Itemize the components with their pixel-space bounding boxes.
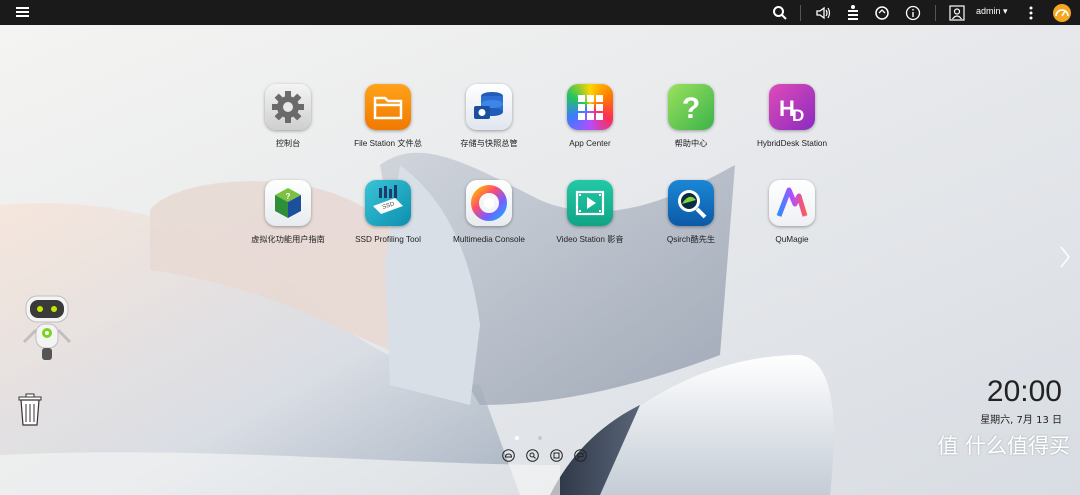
app-video-station[interactable]: Video Station 影音	[535, 180, 645, 245]
hamburger-menu-icon[interactable]	[16, 5, 29, 20]
app-label: Qsirch酷先生	[666, 235, 716, 244]
app-label: QuMagie	[775, 235, 809, 244]
app-help-center[interactable]: ? 帮助中心	[636, 84, 746, 149]
dock-book-icon[interactable]	[550, 447, 563, 462]
info-icon[interactable]	[904, 4, 922, 22]
app-label: App Center	[569, 139, 611, 148]
app-label: 帮助中心	[674, 139, 708, 148]
app-grid-icon	[567, 84, 613, 130]
dock-cloud-icon[interactable]	[502, 447, 515, 462]
page-dot[interactable]	[538, 436, 543, 440]
bottom-quick-dock	[502, 447, 593, 466]
storage-icon	[466, 84, 512, 130]
trash-icon[interactable]	[16, 392, 44, 428]
multimedia-icon	[466, 180, 512, 226]
hd-icon: H D	[769, 84, 815, 130]
username-dropdown[interactable]: admin ▾	[976, 6, 1008, 17]
search-icon[interactable]	[771, 4, 789, 22]
page-indicator	[515, 425, 556, 444]
app-label: SSD Profiling Tool	[355, 235, 421, 244]
app-app-center[interactable]: App Center	[535, 84, 645, 149]
help-icon: ?	[668, 84, 714, 130]
user-icon[interactable]	[948, 4, 966, 22]
app-file-station[interactable]: File Station 文件总	[333, 84, 443, 149]
topbar-divider	[935, 5, 936, 21]
robot-assistant-icon[interactable]	[14, 290, 80, 370]
app-label: 虚拟化功能用户指南	[251, 235, 325, 244]
sync-icon[interactable]	[873, 4, 891, 22]
app-qumagie[interactable]: QuMagie	[737, 180, 847, 245]
ssd-icon: SSD	[365, 180, 411, 226]
app-multimedia-console[interactable]: Multimedia Console	[434, 180, 544, 245]
virtualization-guide-icon: ?	[265, 180, 311, 226]
app-storage-snapshots[interactable]: 存储与快照总管	[434, 84, 544, 149]
dock-chat-icon[interactable]	[574, 447, 588, 462]
watermark-text: 值 什么值得买	[937, 434, 1070, 458]
svg-text:?: ?	[286, 192, 291, 201]
app-control-panel[interactable]: 控制台	[233, 84, 343, 149]
next-page-chevron-icon[interactable]	[1058, 245, 1072, 269]
app-ssd-profiling-tool[interactable]: SSD SSD Profiling Tool	[333, 180, 443, 245]
clock-widget: 20:00 星期六, 7月 13 日	[980, 375, 1062, 426]
video-icon	[567, 180, 613, 226]
background-tasks-icon[interactable]	[844, 4, 862, 22]
svg-text:D: D	[792, 106, 804, 125]
qumagie-icon	[769, 180, 815, 226]
app-label: 控制台	[275, 139, 301, 148]
clock-date: 星期六, 7月 13 日	[980, 415, 1062, 426]
qsirch-icon	[668, 180, 714, 226]
top-bar: admin ▾	[0, 0, 1080, 25]
app-virtualization-guide[interactable]: ? 虚拟化功能用户指南	[233, 180, 343, 245]
volume-icon[interactable]	[814, 4, 832, 22]
app-label: Video Station 影音	[556, 235, 624, 244]
app-label: 存储与快照总管	[460, 139, 518, 148]
topbar-divider	[800, 5, 801, 21]
dock-search-icon[interactable]	[526, 447, 539, 462]
dashboard-gauge-icon[interactable]	[1052, 3, 1072, 23]
app-hybriddesk-station[interactable]: H D HybridDesk Station	[737, 84, 847, 149]
page-dot-active[interactable]	[515, 436, 519, 440]
folder-icon	[365, 84, 411, 130]
clock-time: 20:00	[986, 375, 1062, 408]
svg-text:?: ?	[682, 92, 700, 125]
app-label: HybridDesk Station	[756, 139, 828, 148]
app-qsirch[interactable]: Qsirch酷先生	[636, 180, 746, 245]
gear-icon	[265, 84, 311, 130]
app-label: File Station 文件总	[354, 139, 422, 148]
app-label: Multimedia Console	[453, 235, 525, 244]
more-vertical-icon[interactable]	[1022, 4, 1040, 22]
